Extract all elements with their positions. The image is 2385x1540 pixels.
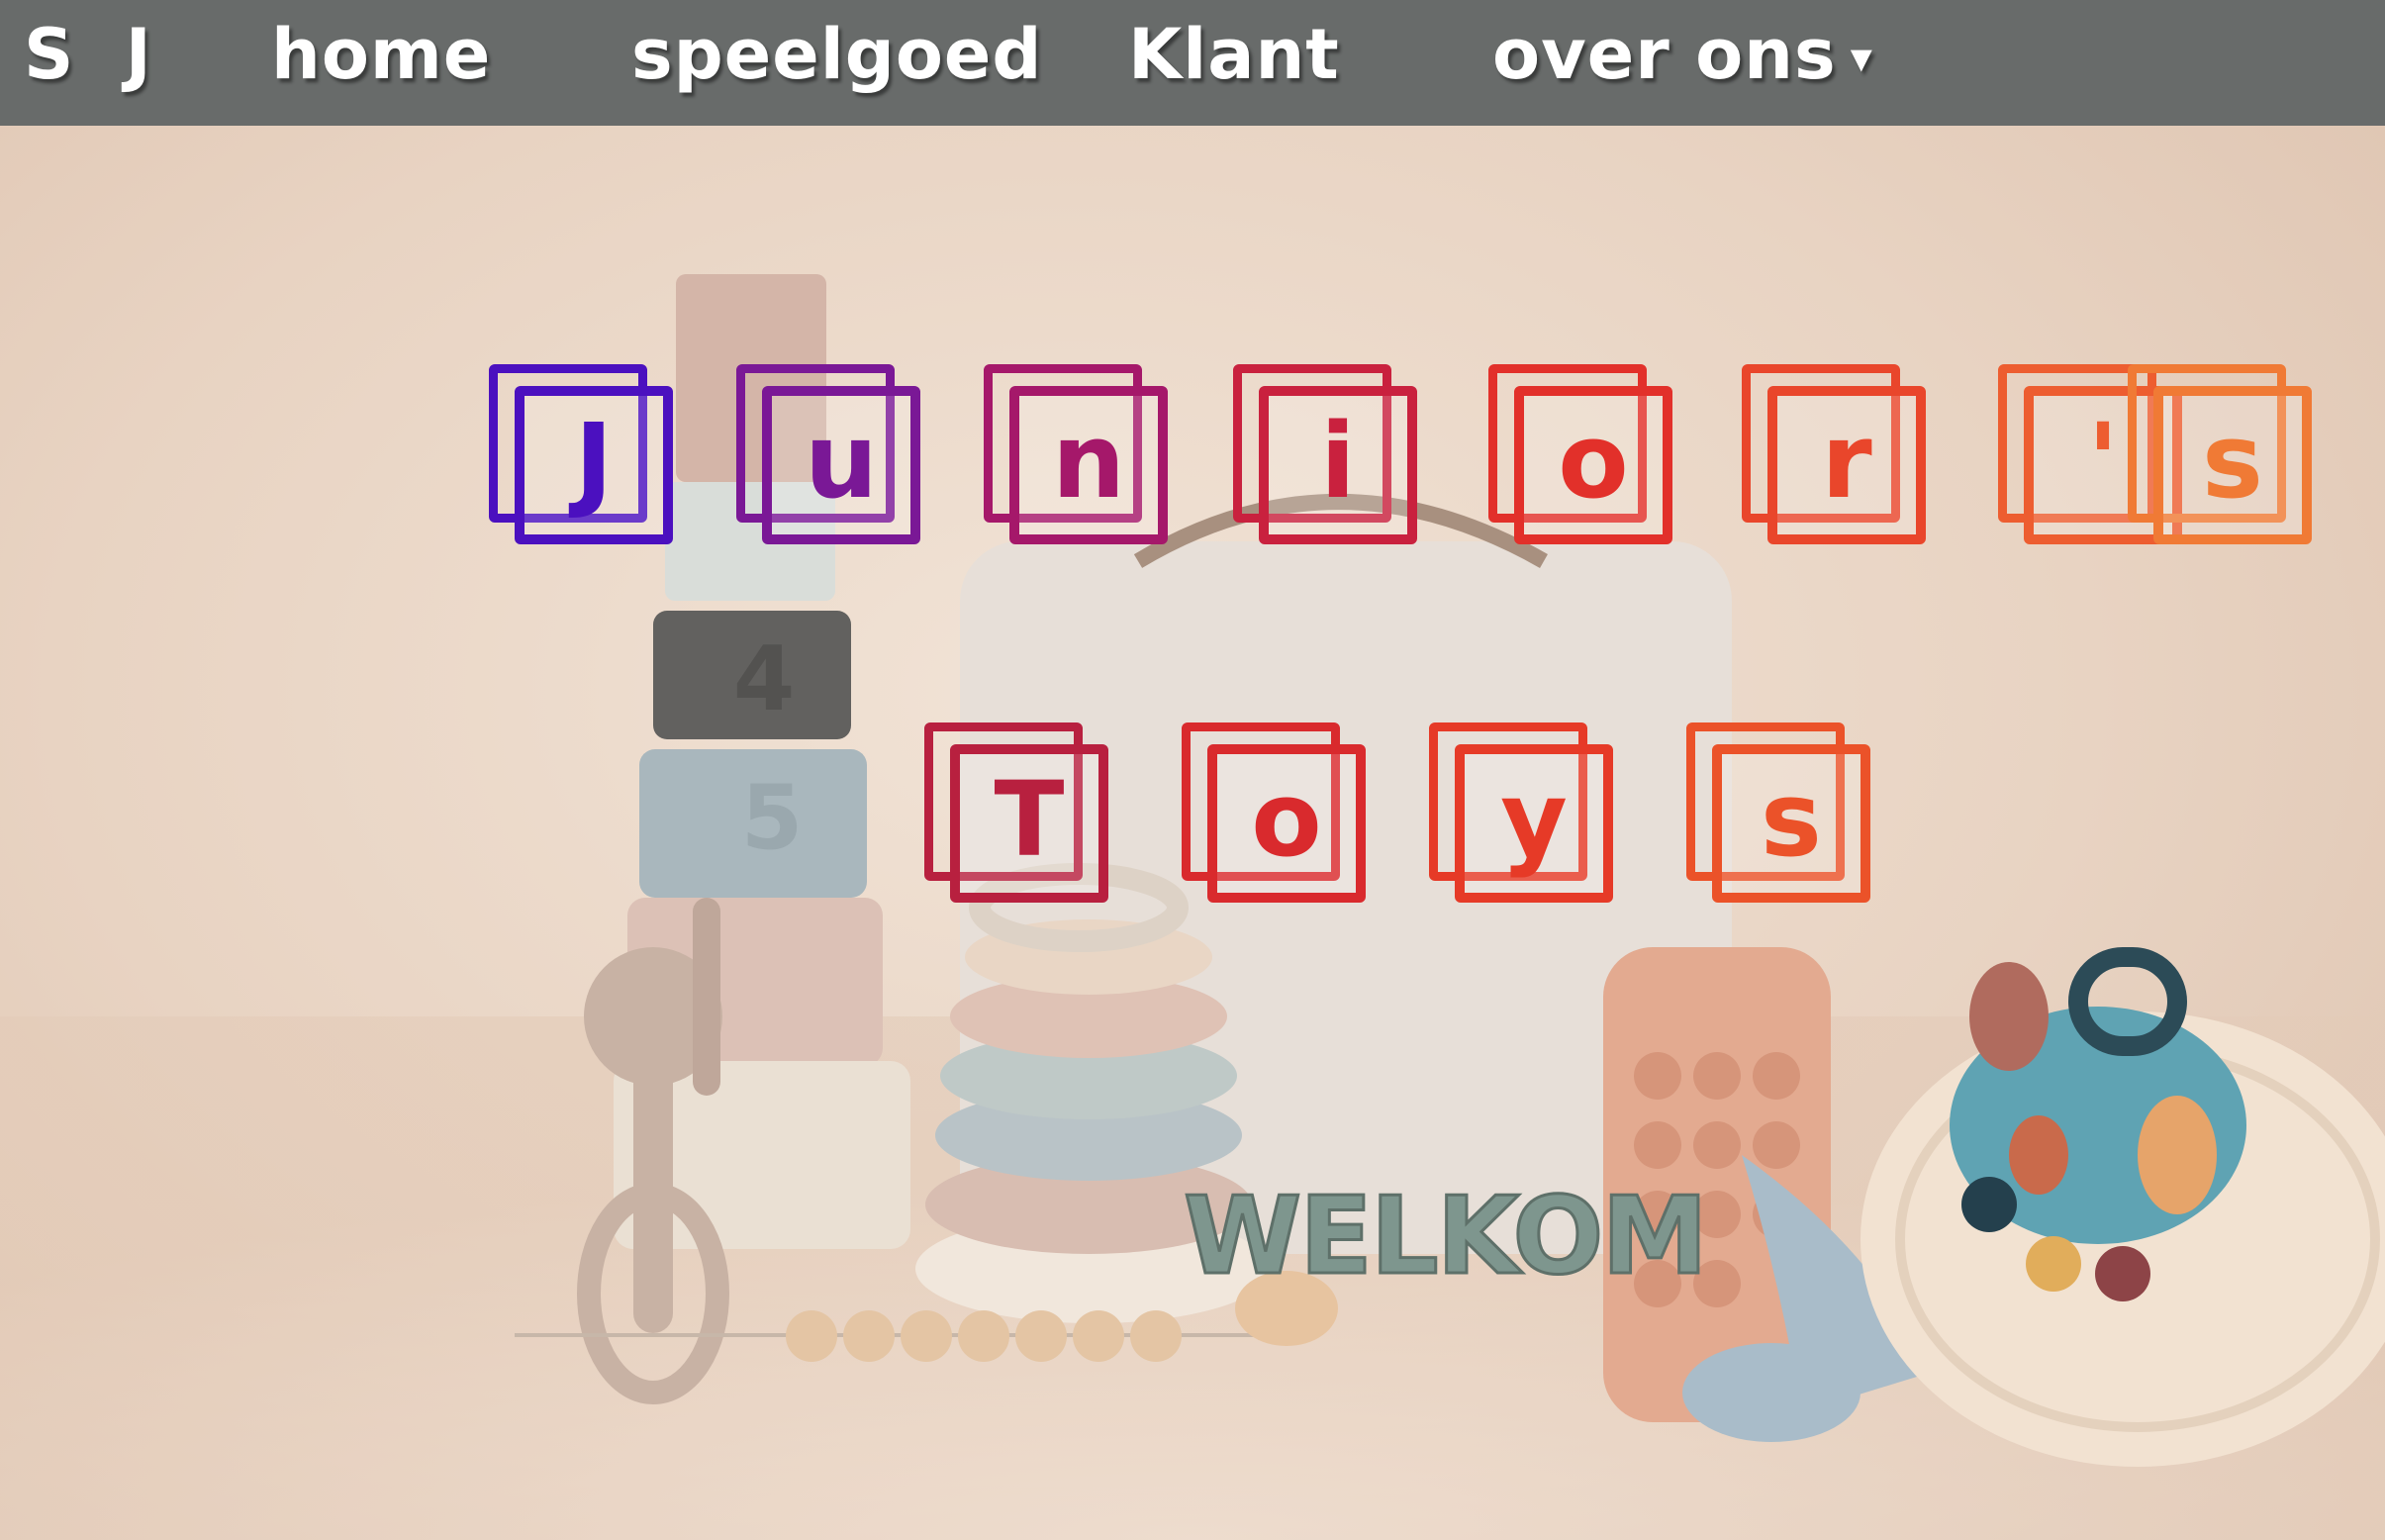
title-block: r: [1742, 364, 1926, 544]
title-block: J: [489, 364, 673, 544]
top-navigation-bar: S J home speelgoed Klant over ons ▾: [0, 0, 2385, 126]
chevron-down-icon: ▾: [1850, 33, 1873, 83]
nav-item-speelgoed[interactable]: speelgoed: [631, 0, 1043, 109]
title-block: s: [1686, 722, 1870, 903]
nav-item-over-ons-label: over ons: [1492, 14, 1837, 95]
nav-item-home[interactable]: home: [271, 0, 491, 109]
title-block: u: [736, 364, 920, 544]
title-block: o: [1182, 722, 1366, 903]
title-block: n: [984, 364, 1168, 544]
svg-text:5: 5: [741, 766, 804, 870]
title-block: s: [2128, 364, 2312, 544]
hero-banner: 4 5 J u n i o r ' s T o y s WELKOM: [0, 126, 2385, 1540]
site-logo[interactable]: S J: [24, 0, 165, 109]
nav-item-over-ons[interactable]: over ons ▾: [1492, 0, 1873, 109]
title-block: T: [924, 722, 1108, 903]
svg-text:4: 4: [733, 627, 796, 731]
title-block: o: [1488, 364, 1672, 544]
title-block: i: [1233, 364, 1417, 544]
nav-item-klant[interactable]: Klant: [1128, 0, 1340, 109]
welcome-text: WELKOM: [1183, 1174, 1710, 1300]
title-block: y: [1429, 722, 1613, 903]
